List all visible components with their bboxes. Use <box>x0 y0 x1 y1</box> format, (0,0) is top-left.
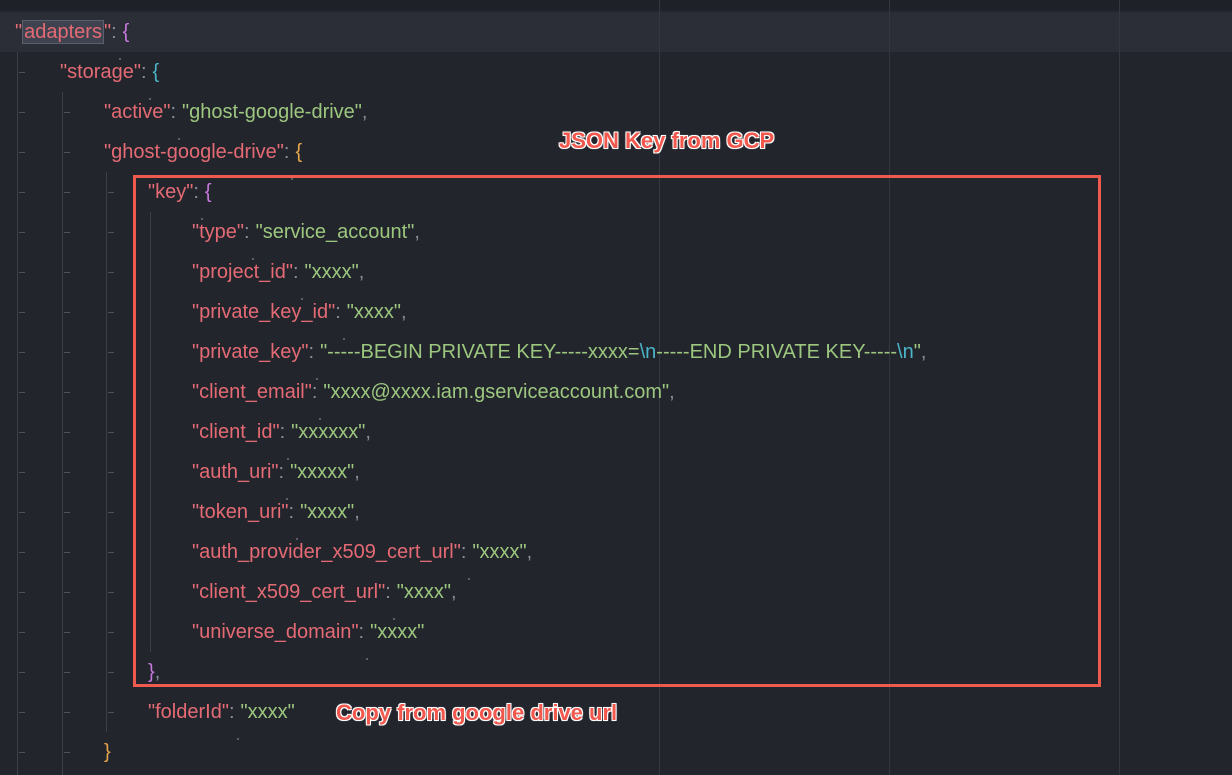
selected-word: adapters <box>22 20 104 44</box>
tab-marker <box>108 192 114 193</box>
tab-marker <box>108 632 114 633</box>
tab-marker <box>19 512 25 513</box>
code-line-folder-id[interactable]: "folderId": "xxxx" <box>148 692 295 740</box>
json-key: storage <box>67 61 134 83</box>
json-string: ghost-google-drive <box>189 101 355 123</box>
tab-marker <box>19 392 25 393</box>
current-line-highlight <box>0 12 1232 52</box>
tab-marker <box>64 632 70 633</box>
editor-top-strip <box>0 0 1232 10</box>
code-line-ghost-close[interactable]: } <box>104 732 111 772</box>
tab-marker <box>19 272 25 273</box>
tab-marker <box>64 432 70 433</box>
column-ruler <box>1119 0 1120 775</box>
tab-marker <box>19 432 25 433</box>
tab-marker <box>108 392 114 393</box>
tab-marker <box>108 512 114 513</box>
indent-guide <box>62 92 63 775</box>
tab-marker <box>19 472 25 473</box>
annotation-box <box>133 175 1101 687</box>
annotation-box-label: JSON Key from GCP <box>559 128 775 153</box>
tab-marker <box>64 232 70 233</box>
tab-marker <box>108 672 114 673</box>
tab-marker <box>64 552 70 553</box>
tab-marker <box>64 272 70 273</box>
json-string: xxxx <box>247 701 288 723</box>
json-key: folderId <box>155 701 222 723</box>
tab-marker <box>19 752 25 753</box>
tab-marker <box>64 512 70 513</box>
tab-marker <box>64 752 70 753</box>
tab-marker <box>19 152 25 153</box>
tab-marker <box>19 312 25 313</box>
tab-marker <box>19 632 25 633</box>
tab-marker <box>108 272 114 273</box>
tab-marker <box>64 352 70 353</box>
tab-marker <box>108 232 114 233</box>
tab-marker <box>64 392 70 393</box>
tab-marker <box>19 552 25 553</box>
code-line-storage[interactable]: "storage":{ <box>60 52 159 100</box>
tab-marker <box>64 592 70 593</box>
tab-marker <box>19 112 25 113</box>
tab-marker <box>108 312 114 313</box>
tab-marker <box>19 232 25 233</box>
tab-marker <box>108 712 114 713</box>
tab-marker <box>108 432 114 433</box>
tab-marker <box>108 472 114 473</box>
tab-marker <box>19 672 25 673</box>
tab-marker <box>108 592 114 593</box>
indent-guide <box>106 172 107 732</box>
tab-marker <box>64 112 70 113</box>
annotation-folder-note: Copy from google drive url <box>336 700 618 725</box>
tab-marker <box>19 192 25 193</box>
tab-marker <box>64 472 70 473</box>
tab-marker <box>19 712 25 713</box>
code-line-active[interactable]: "active": "ghost-google-drive", <box>104 92 367 140</box>
code-line-adapters[interactable]: " adapters ":{ <box>15 12 129 60</box>
tab-marker <box>64 152 70 153</box>
tab-marker <box>64 672 70 673</box>
tab-marker <box>19 72 25 73</box>
tab-marker <box>19 592 25 593</box>
tab-marker <box>64 312 70 313</box>
tab-marker <box>64 192 70 193</box>
tab-marker <box>108 352 114 353</box>
tab-marker <box>19 352 25 353</box>
code-editor[interactable]: " adapters ":{ "storage":{ "active": "ghost… <box>0 0 1232 775</box>
indent-guide <box>17 52 18 775</box>
tab-marker <box>108 552 114 553</box>
tab-marker <box>64 712 70 713</box>
code-line-ghost-google-drive[interactable]: "ghost-google-drive":{ <box>104 132 302 180</box>
json-key: ghost-google-drive <box>111 141 277 163</box>
json-key: active <box>111 101 164 123</box>
